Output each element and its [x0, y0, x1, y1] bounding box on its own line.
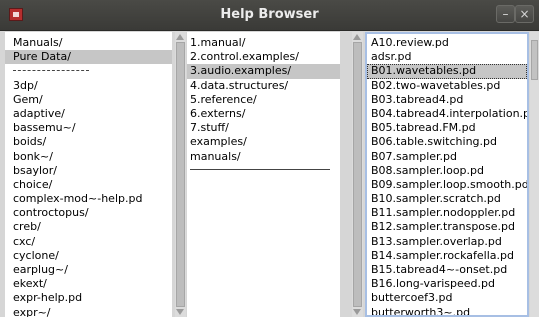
list-item[interactable]: ekext/	[5, 277, 172, 291]
list-item[interactable]: 7.stuff/	[187, 121, 340, 135]
list-item[interactable]: 5.reference/	[187, 93, 340, 107]
column1-scrollbar[interactable]	[175, 32, 186, 317]
column-categories[interactable]: Manuals/Pure Data/ 3dp/Gem/adaptive/bass…	[5, 32, 172, 317]
list-item[interactable]: Pure Data/	[5, 50, 172, 65]
list-item[interactable]: A10.review.pd	[367, 36, 527, 50]
list-item[interactable]: B05.tabread.FM.pd	[367, 121, 527, 135]
list-item[interactable]: 3.audio.examples/	[187, 64, 340, 79]
list-item[interactable]: expr-help.pd	[5, 291, 172, 305]
list-item[interactable]: butterworth3~.pd	[367, 306, 527, 315]
scroll-up-arrow-icon[interactable]	[176, 34, 184, 40]
scroll-thumb[interactable]	[531, 40, 538, 80]
list-item[interactable]: Manuals/	[5, 36, 172, 50]
list-item[interactable]: cxc/	[5, 235, 172, 249]
column-files[interactable]: A10.review.pd adsr.pd B01.wavetables.pd B02…	[365, 32, 529, 317]
list-item[interactable]: 3dp/	[5, 79, 172, 93]
list-item[interactable]: B06.table.switching.pd	[367, 135, 527, 149]
list-item[interactable]: B03.tabread4.pd	[367, 93, 527, 107]
separator	[187, 164, 340, 176]
list-item[interactable]: controctopus/	[5, 206, 172, 220]
list-item[interactable]: 4.data.structures/	[187, 79, 340, 93]
list-item[interactable]: examples/	[187, 135, 340, 149]
list-item[interactable]: bonk~/	[5, 150, 172, 164]
list-item[interactable]: B16.long-varispeed.pd	[367, 277, 527, 291]
scroll-up-arrow-icon[interactable]	[353, 34, 361, 40]
list-item[interactable]: complex-mod~-help.pd	[5, 192, 172, 206]
window-title: Help Browser	[220, 7, 319, 22]
list-item[interactable]: adaptive/	[5, 107, 172, 121]
minimize-icon: –	[502, 7, 509, 21]
list-item[interactable]: creb/	[5, 220, 172, 234]
list-item[interactable]: 1.manual/	[187, 36, 340, 50]
scroll-thumb[interactable]	[353, 42, 362, 307]
list-item[interactable]: B14.sampler.rockafella.pd	[367, 249, 527, 263]
list-item[interactable]: B02.two-wavetables.pd	[367, 79, 527, 93]
column-folders[interactable]: 1.manual/2.control.examples/3.audio.exam…	[187, 32, 340, 317]
list-item[interactable]: B09.sampler.loop.smooth.pd	[367, 178, 527, 192]
list-item[interactable]: bassemu~/	[5, 121, 172, 135]
list-item[interactable]: choice/	[5, 178, 172, 192]
separator	[5, 64, 172, 78]
list-item[interactable]: B07.sampler.pd	[367, 150, 527, 164]
list-item[interactable]: 6.externs/	[187, 107, 340, 121]
scroll-down-arrow-icon[interactable]	[353, 309, 361, 315]
close-icon: ×	[519, 7, 530, 21]
title-bar: Help Browser – ×	[0, 0, 539, 31]
list-item[interactable]: B04.tabread4.interpolation.pd	[367, 107, 527, 121]
list-item[interactable]: adsr.pd	[367, 50, 527, 64]
minimize-button[interactable]: –	[496, 5, 515, 23]
list-item[interactable]: B08.sampler.loop.pd	[367, 164, 527, 178]
list-item[interactable]: Gem/	[5, 93, 172, 107]
list-item[interactable]: B01.wavetables.pd	[367, 64, 527, 79]
list-item[interactable]: manuals/	[187, 150, 340, 164]
scroll-thumb[interactable]	[176, 42, 185, 307]
list-item[interactable]: expr~/	[5, 306, 172, 317]
close-button[interactable]: ×	[515, 5, 534, 23]
list-item[interactable]: bsaylor/	[5, 164, 172, 178]
list-item[interactable]: earplug~/	[5, 263, 172, 277]
scroll-down-arrow-icon[interactable]	[176, 309, 184, 315]
list-item[interactable]: B10.sampler.scratch.pd	[367, 192, 527, 206]
list-item[interactable]: cyclone/	[5, 249, 172, 263]
list-item[interactable]: 2.control.examples/	[187, 50, 340, 64]
list-item[interactable]: B13.sampler.overlap.pd	[367, 235, 527, 249]
list-item[interactable]: B12.sampler.transpose.pd	[367, 220, 527, 234]
list-item[interactable]: B15.tabread4~-onset.pd	[367, 263, 527, 277]
list-item[interactable]: B11.sampler.nodoppler.pd	[367, 206, 527, 220]
list-item[interactable]: buttercoef3.pd	[367, 291, 527, 305]
list-item[interactable]: boids/	[5, 135, 172, 149]
column2-scrollbar[interactable]	[352, 32, 363, 317]
column3-scrollbar[interactable]	[530, 32, 539, 317]
